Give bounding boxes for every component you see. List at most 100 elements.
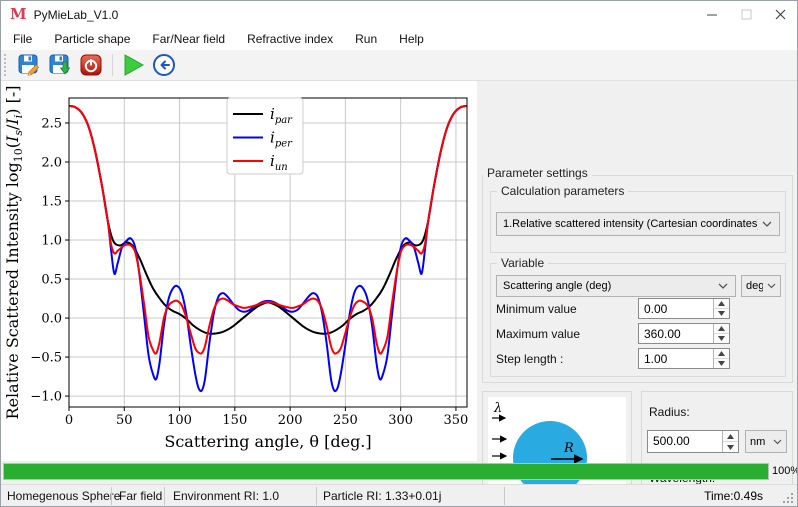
- svg-text:1.0: 1.0: [41, 234, 62, 249]
- maximum-value-spinbox[interactable]: 360.00: [638, 323, 730, 344]
- minimum-value-spinbox[interactable]: 0.00: [638, 298, 730, 319]
- svg-text:0.5: 0.5: [41, 273, 62, 288]
- radius-value: 500.00: [648, 431, 722, 452]
- back-button[interactable]: [149, 52, 178, 79]
- save-as-button[interactable]: [45, 52, 74, 79]
- play-icon: [120, 52, 146, 78]
- app-logo-icon: M: [10, 7, 27, 22]
- calculation-parameters-legend: Calculation parameters: [497, 184, 628, 198]
- svg-text:0: 0: [65, 413, 73, 428]
- menu-run[interactable]: Run: [347, 30, 385, 48]
- legend: ipariperiun: [227, 98, 303, 174]
- minimize-button[interactable]: [695, 1, 729, 28]
- status-divider: [316, 487, 317, 505]
- variable-legend: Variable: [497, 256, 548, 270]
- radius-label: R: [563, 441, 574, 456]
- svg-text:250: 250: [333, 413, 358, 428]
- calculation-parameter-combobox[interactable]: 1.Relative scattered intensity (Cartesia…: [496, 212, 780, 236]
- exit-button[interactable]: [76, 52, 105, 79]
- progress-bar-fill: [4, 464, 768, 479]
- minimize-icon: [707, 9, 718, 20]
- svg-text:150: 150: [222, 413, 247, 428]
- toolbar-separator: [112, 54, 113, 76]
- menu-file[interactable]: File: [5, 30, 40, 48]
- step-length-spinbox[interactable]: 1.00: [638, 348, 730, 369]
- spin-up-button[interactable]: [714, 324, 729, 334]
- back-arrow-icon: [151, 52, 177, 78]
- maximum-value-label: Maximum value: [496, 327, 580, 341]
- svg-text:100: 100: [167, 413, 192, 428]
- power-icon: [79, 53, 103, 77]
- chevron-down-icon: [767, 283, 776, 289]
- svg-text:350: 350: [444, 413, 469, 428]
- radius-unit-combobox[interactable]: nm: [745, 430, 787, 453]
- menu-far-near-field[interactable]: Far/Near field: [144, 30, 233, 48]
- spin-up-button[interactable]: [714, 299, 729, 309]
- close-button[interactable]: [763, 1, 797, 28]
- status-divider: [164, 487, 165, 505]
- radius-unit-value: nm: [750, 436, 769, 448]
- menu-particle-shape[interactable]: Particle shape: [46, 30, 138, 48]
- toolbar-grip[interactable]: [4, 54, 8, 76]
- progress-percent: 100%: [772, 465, 798, 477]
- svg-text:50: 50: [116, 413, 133, 428]
- spin-up-icon: [718, 326, 725, 331]
- floppy-export-icon: [48, 53, 72, 77]
- spin-down-button[interactable]: [723, 442, 738, 452]
- mie-scattering-plot: 050100150200250300350−1.0−0.50.00.51.01.…: [1, 81, 477, 461]
- svg-text:1.5: 1.5: [41, 195, 62, 210]
- save-button[interactable]: [14, 52, 43, 79]
- maximize-button[interactable]: [729, 1, 763, 28]
- spin-up-icon: [718, 301, 725, 306]
- floppy-save-icon: [17, 53, 41, 77]
- spin-up-icon: [727, 434, 734, 439]
- radius-label: Radius:: [649, 405, 690, 419]
- variable-combobox[interactable]: Scattering angle (deg): [496, 275, 736, 297]
- run-button[interactable]: [118, 52, 147, 79]
- titlebar: M PyMieLab_V1.0: [1, 1, 797, 28]
- minimum-value-label: Minimum value: [496, 302, 577, 316]
- svg-text:300: 300: [388, 413, 413, 428]
- spin-down-button[interactable]: [714, 334, 729, 343]
- status-environment-ri: Environment RI: 1.0: [173, 489, 279, 503]
- lambda-label: λ: [493, 401, 502, 416]
- status-divider: [111, 487, 112, 505]
- radius-spinbox[interactable]: 500.00: [647, 430, 739, 453]
- spin-down-button[interactable]: [714, 309, 729, 318]
- spin-down-button[interactable]: [714, 359, 729, 368]
- window-title: PyMieLab_V1.0: [34, 8, 119, 22]
- svg-text:2.0: 2.0: [41, 155, 62, 170]
- app-window: M PyMieLab_V1.0 File Particle shape Far/…: [0, 0, 798, 507]
- spin-up-icon: [718, 351, 725, 356]
- progress-bar: [3, 463, 769, 480]
- status-divider: [504, 487, 505, 505]
- step-length-label: Step length :: [496, 352, 563, 366]
- spin-down-icon: [727, 445, 734, 450]
- svg-text:200: 200: [278, 413, 303, 428]
- spin-down-icon: [718, 336, 725, 341]
- x-axis-label: Scattering angle, θ [deg.]: [164, 432, 371, 451]
- variable-unit-combobox[interactable]: deg: [741, 275, 781, 297]
- resize-grip[interactable]: [782, 492, 794, 504]
- maximize-icon: [741, 9, 752, 20]
- toolbar: [1, 50, 797, 81]
- variable-value: Scattering angle (deg): [503, 280, 714, 292]
- step-length-value: 1.00: [639, 349, 713, 368]
- spin-down-icon: [718, 311, 725, 316]
- close-icon: [775, 9, 786, 20]
- chevron-down-icon: [762, 221, 772, 227]
- spin-down-icon: [718, 361, 725, 366]
- spin-up-button[interactable]: [723, 431, 738, 442]
- svg-text:0.0: 0.0: [41, 312, 62, 327]
- spin-up-button[interactable]: [714, 349, 729, 359]
- svg-text:−0.5: −0.5: [30, 351, 62, 366]
- status-field-type: Far field: [119, 489, 162, 503]
- menu-help[interactable]: Help: [391, 30, 432, 48]
- statusbar: Homegenous Sphere Far field Environment …: [1, 484, 797, 507]
- menu-refractive-index[interactable]: Refractive index: [239, 30, 341, 48]
- parameter-settings-title: Parameter settings: [483, 166, 592, 180]
- menubar: File Particle shape Far/Near field Refra…: [1, 28, 797, 50]
- chevron-down-icon: [718, 283, 728, 289]
- svg-text:2.5: 2.5: [41, 116, 62, 131]
- variable-unit-value: deg: [746, 280, 763, 292]
